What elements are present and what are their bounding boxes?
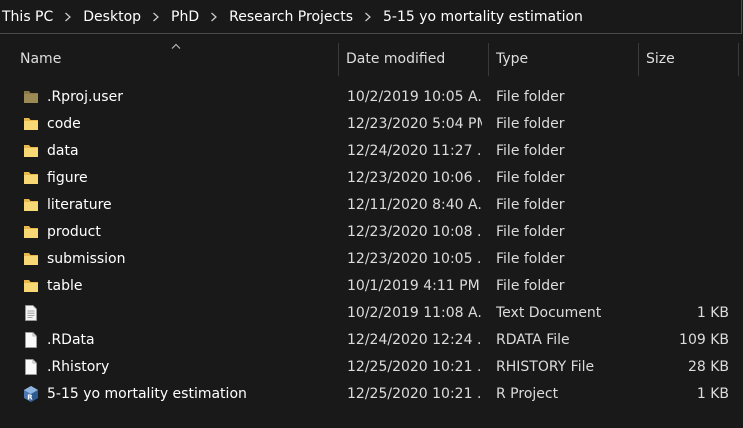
file-size [640,219,729,246]
file-size [640,111,729,138]
column-type[interactable]: Type [496,43,528,76]
file-date: 12/23/2020 10:06 ... [347,170,482,186]
column-divider[interactable] [738,43,739,76]
folder-icon [24,280,38,292]
file-size: 1 KB [696,386,729,402]
file-type: RDATA File [496,332,570,348]
file-type: R Project [496,386,559,402]
r-project-icon: R [24,386,38,402]
file-type: File folder [496,197,565,213]
file-date: 12/24/2020 11:27 ... [347,143,482,159]
chevron-right-icon[interactable] [55,12,81,22]
file-name: .Rproj.user [47,89,123,105]
file-date: 12/25/2020 10:21 ... [347,359,482,375]
file-size [640,246,729,273]
text-document-icon [25,305,37,321]
file-date: 12/25/2020 10:21 ... [347,386,482,402]
breadcrumb-research-projects[interactable]: Research Projects [227,9,355,25]
list-item[interactable]: .Rhistory 12/25/2020 10:21 ... RHISTORY … [0,354,743,381]
column-divider[interactable] [338,43,339,76]
file-size [640,273,729,300]
column-date-modified[interactable]: Date modified [346,43,445,76]
column-divider[interactable] [488,43,489,76]
column-header: Name Date modified Type Size [0,43,743,76]
chevron-right-icon[interactable] [143,12,169,22]
folder-icon [24,226,38,238]
list-item[interactable]: submission 12/23/2020 10:05 ... File fol… [0,246,743,273]
file-type: File folder [496,143,565,159]
folder-icon [24,253,38,265]
file-size [640,192,729,219]
folder-icon [24,172,38,184]
file-name [47,300,332,327]
file-name: 5-15 yo mortality estimation [47,386,247,402]
file-date: 10/2/2019 10:05 A... [347,89,482,105]
list-item[interactable]: figure 12/23/2020 10:06 ... File folder [0,165,743,192]
file-name: code [47,116,81,132]
list-item[interactable]: literature 12/11/2020 8:40 A... File fol… [0,192,743,219]
file-type: File folder [496,251,565,267]
file-date: 12/11/2020 8:40 A... [347,197,482,213]
breadcrumb-current-folder[interactable]: 5-15 yo mortality estimation [381,9,585,25]
file-name: table [47,278,83,294]
file-name: submission [47,251,126,267]
list-item[interactable]: data 12/24/2020 11:27 ... File folder [0,138,743,165]
list-item[interactable]: 10/2/2019 11:08 A... Text Document 1 KB [0,300,743,327]
file-size: 1 KB [696,305,729,321]
file-name: figure [47,170,88,186]
sort-ascending-icon [171,43,181,49]
column-divider[interactable] [638,43,639,76]
file-size: 28 KB [687,359,729,375]
list-item[interactable]: .RData 12/24/2020 12:24 ... RDATA File 1… [0,327,743,354]
folder-icon [24,199,38,211]
list-item[interactable]: code 12/23/2020 5:04 PM File folder [0,111,743,138]
folder-icon [24,118,38,130]
file-type: File folder [496,278,565,294]
file-list[interactable]: Name Date modified Type Size .Rproj.user… [0,43,743,428]
file-name: product [47,224,101,240]
folder-hidden-icon [24,91,38,103]
file-name: literature [47,197,112,213]
file-type: File folder [496,116,565,132]
chevron-right-icon[interactable] [201,12,227,22]
file-type: Text Document [496,305,602,321]
file-name: data [47,143,79,159]
file-name: .Rhistory [47,359,110,375]
file-name: .RData [47,332,95,348]
folder-icon [24,145,38,157]
file-size [640,138,729,165]
file-icon [25,332,37,348]
breadcrumb-desktop[interactable]: Desktop [81,9,143,25]
list-item[interactable]: R 5-15 yo mortality estimation 12/25/202… [0,381,743,408]
file-date: 12/24/2020 12:24 ... [347,332,482,348]
column-size[interactable]: Size [646,43,675,76]
file-date: 12/23/2020 10:05 ... [347,251,482,267]
list-item[interactable]: .Rproj.user 10/2/2019 10:05 A... File fo… [0,84,743,111]
list-item[interactable]: table 10/1/2019 4:11 PM File folder [0,273,743,300]
file-type: RHISTORY File [496,359,595,375]
file-date: 10/1/2019 4:11 PM [347,278,480,294]
svg-text:R: R [27,394,33,402]
list-item[interactable]: product 12/23/2020 10:08 ... File folder [0,219,743,246]
file-type: File folder [496,224,565,240]
file-date: 10/2/2019 11:08 A... [347,305,482,321]
breadcrumb-this-pc[interactable]: This PC [0,9,55,25]
file-size: 109 KB [679,332,729,348]
file-type: File folder [496,170,565,186]
column-name[interactable]: Name [20,43,61,76]
file-date: 12/23/2020 10:08 ... [347,224,482,240]
address-bar[interactable]: This PC Desktop PhD Research Projects 5-… [0,0,742,34]
file-icon [25,359,37,375]
file-date: 12/23/2020 5:04 PM [347,116,482,132]
file-rows: .Rproj.user 10/2/2019 10:05 A... File fo… [0,84,743,408]
file-size [640,165,729,192]
file-type: File folder [496,89,565,105]
chevron-right-icon[interactable] [355,12,381,22]
breadcrumb-phd[interactable]: PhD [169,9,201,25]
file-size [640,84,729,111]
